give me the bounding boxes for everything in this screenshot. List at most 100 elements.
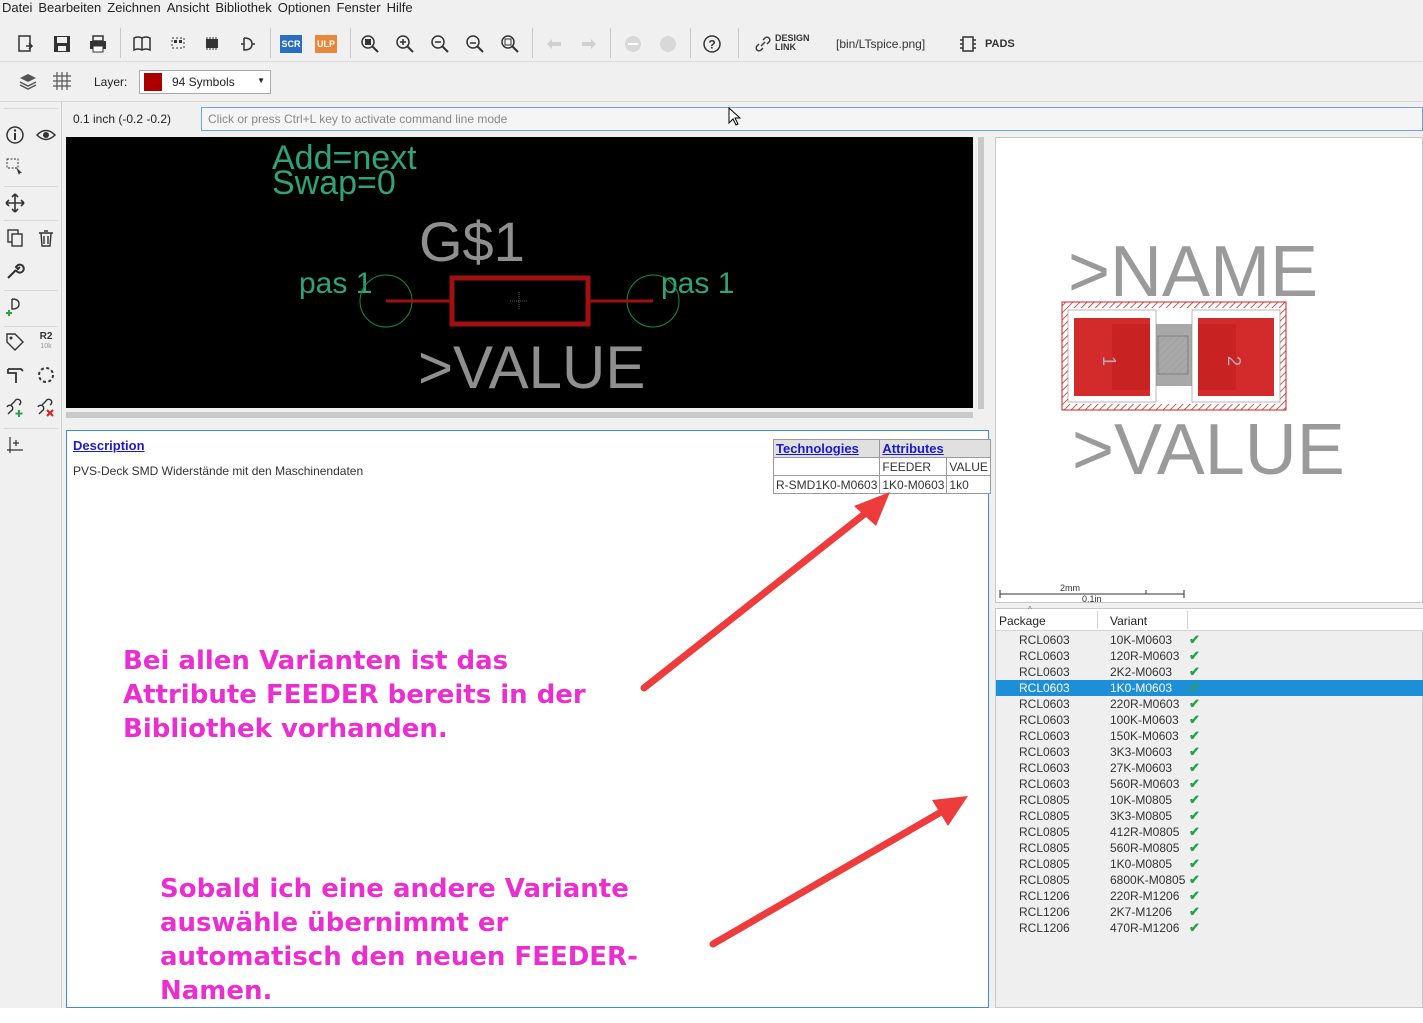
menu-hilfe[interactable]: Hilfe [385, 0, 416, 18]
attributes-link[interactable]: Attributes [879, 439, 991, 458]
zoom-select-icon[interactable] [498, 32, 522, 56]
list-item-variant: 220R-M0603 [1110, 697, 1180, 711]
attribute-table: Technologies Attributes FEEDER VALUE R-S… [772, 439, 991, 494]
checkmark-icon: ✔ [1189, 904, 1200, 919]
list-item[interactable]: RCL0805 6800K-M0805 ✔ [996, 872, 1423, 888]
wrench-icon[interactable] [2, 258, 28, 284]
list-item[interactable]: RCL0603 560R-M0603 ✔ [996, 776, 1423, 792]
move-icon[interactable] [2, 190, 28, 216]
open-icon[interactable] [14, 32, 38, 56]
list-item[interactable]: RCL0805 1K0-M0805 ✔ [996, 856, 1423, 872]
canvas-vertical-scrollbar[interactable] [978, 137, 984, 409]
list-item[interactable]: RCL0603 220R-M0603 ✔ [996, 696, 1423, 712]
stop-icon[interactable] [621, 32, 645, 56]
grid-icon[interactable] [50, 69, 74, 93]
zoom-out-icon[interactable] [428, 32, 452, 56]
layers-icon[interactable] [16, 69, 40, 93]
remove-pin-icon[interactable] [33, 395, 59, 421]
chevron-down-icon: ▼ [257, 76, 265, 85]
add-pin-icon[interactable] [2, 395, 28, 421]
wire-icon[interactable] [2, 362, 28, 388]
menu-bar: Datei Bearbeiten Zeichnen Ansicht Biblio… [0, 0, 1423, 18]
list-item[interactable]: RCL0603 2K2-M0603 ✔ [996, 664, 1423, 680]
list-item[interactable]: RCL0603 120R-M0603 ✔ [996, 648, 1423, 664]
script-button[interactable]: SCR [280, 35, 302, 53]
column-header-package[interactable]: Package [999, 614, 1046, 628]
redo-icon[interactable] [577, 32, 601, 56]
menu-bibliothek[interactable]: Bibliothek [213, 0, 274, 18]
menu-ansicht[interactable]: Ansicht [165, 0, 213, 18]
list-item-variant: 6800K-M0805 [1110, 873, 1186, 887]
zoom-previous-icon[interactable] [463, 32, 487, 56]
zoom-in-icon[interactable] [393, 32, 417, 56]
checkmark-icon: ✔ [1189, 680, 1200, 695]
list-item[interactable]: RCL0603 27K-M0603 ✔ [996, 760, 1423, 776]
print-icon[interactable] [86, 32, 110, 56]
value-value[interactable]: 1k0 [946, 475, 991, 494]
checkmark-icon: ✔ [1189, 856, 1200, 871]
layer-dropdown[interactable]: 94 Symbols ▼ [139, 70, 271, 94]
pads-button[interactable]: PADS [985, 38, 1015, 50]
preview-value-text: >VALUE [1072, 410, 1345, 490]
list-item[interactable]: RCL1206 2K7-M1206 ✔ [996, 904, 1423, 920]
list-item[interactable]: RCL0805 560R-M0805 ✔ [996, 840, 1423, 856]
save-icon[interactable] [50, 32, 74, 56]
status-strip [0, 1008, 1423, 1023]
list-item[interactable]: RCL0603 100K-M0603 ✔ [996, 712, 1423, 728]
variant-list[interactable]: Package ^ Variant RCL0603 10K-M0603 ✔ RCL06… [995, 605, 1423, 1008]
ulp-button[interactable]: ULP [315, 35, 337, 53]
swap-attribute-text: Swap=0 [272, 164, 396, 202]
copy-icon[interactable] [2, 225, 28, 251]
list-item[interactable]: RCL0603 10K-M0603 ✔ [996, 632, 1423, 648]
canvas-horizontal-scrollbar[interactable] [66, 412, 973, 418]
undo-icon[interactable] [542, 32, 566, 56]
column-header-variant[interactable]: Variant [1110, 614, 1147, 628]
menu-optionen[interactable]: Optionen [276, 0, 334, 18]
description-link[interactable]: Description [73, 438, 145, 453]
info-icon[interactable] [2, 122, 28, 148]
eye-icon[interactable] [33, 122, 59, 148]
design-link-button[interactable]: DESIGN LINK [775, 34, 810, 52]
select-icon[interactable] [2, 154, 28, 180]
value-tool[interactable]: R2 10k [33, 329, 59, 355]
command-line-input[interactable]: Click or press Ctrl+L key to activate co… [201, 107, 1423, 131]
origin-icon[interactable] [2, 432, 28, 458]
feeder-value[interactable]: 1K0-M0603 [879, 475, 948, 494]
preview-name-text: >NAME [1068, 232, 1318, 312]
help-icon[interactable]: ? [700, 32, 724, 56]
list-item[interactable]: RCL0603 150K-M0603 ✔ [996, 728, 1423, 744]
menu-fenster[interactable]: Fenster [335, 0, 384, 18]
circle-dash-icon[interactable] [33, 362, 59, 388]
technology-name[interactable]: R-SMD1K0-M0603 [772, 475, 881, 494]
go-icon[interactable] [656, 32, 680, 56]
add-part-icon[interactable] [2, 294, 28, 320]
symbol-editor-canvas[interactable]: Add=next Swap=0 G$1 pas 1 pas 1 >VALUE [66, 137, 973, 408]
menu-datei[interactable]: Datei [0, 0, 35, 18]
menu-zeichnen[interactable]: Zeichnen [105, 0, 163, 18]
library-icon[interactable] [130, 32, 154, 56]
list-item[interactable]: RCL0603 3K3-M0603 ✔ [996, 744, 1423, 760]
technologies-link[interactable]: Technologies [772, 439, 881, 458]
device-icon[interactable] [200, 32, 224, 56]
list-item[interactable]: RCL0603 1K0-M0603 ✔ [996, 680, 1423, 696]
checkmark-icon: ✔ [1189, 888, 1200, 903]
list-item[interactable]: RCL0805 3K3-M0805 ✔ [996, 808, 1423, 824]
delete-icon[interactable] [33, 225, 59, 251]
symbol-icon[interactable] [236, 32, 260, 56]
list-item-variant: 560R-M0805 [1110, 841, 1180, 855]
pin-left-label: pas 1 [299, 267, 372, 300]
tag-icon[interactable] [2, 329, 28, 355]
list-item-package: RCL0805 [1019, 793, 1070, 807]
list-item[interactable]: RCL1206 470R-M1206 ✔ [996, 920, 1423, 936]
list-item-package: RCL0603 [1019, 697, 1070, 711]
list-item-variant: 3K3-M0805 [1110, 809, 1173, 823]
list-item[interactable]: RCL0805 412R-M0805 ✔ [996, 824, 1423, 840]
list-item[interactable]: RCL0805 10K-M0805 ✔ [996, 792, 1423, 808]
package-icon[interactable] [166, 32, 190, 56]
list-item-variant: 1K0-M0603 [1110, 681, 1173, 695]
zoom-fit-icon[interactable] [358, 32, 382, 56]
origin-cross-icon [510, 292, 528, 310]
list-item[interactable]: RCL1206 220R-M1206 ✔ [996, 888, 1423, 904]
file-link[interactable]: [bin/LTspice.png] [836, 37, 925, 51]
menu-bearbeiten[interactable]: Bearbeiten [36, 0, 104, 18]
